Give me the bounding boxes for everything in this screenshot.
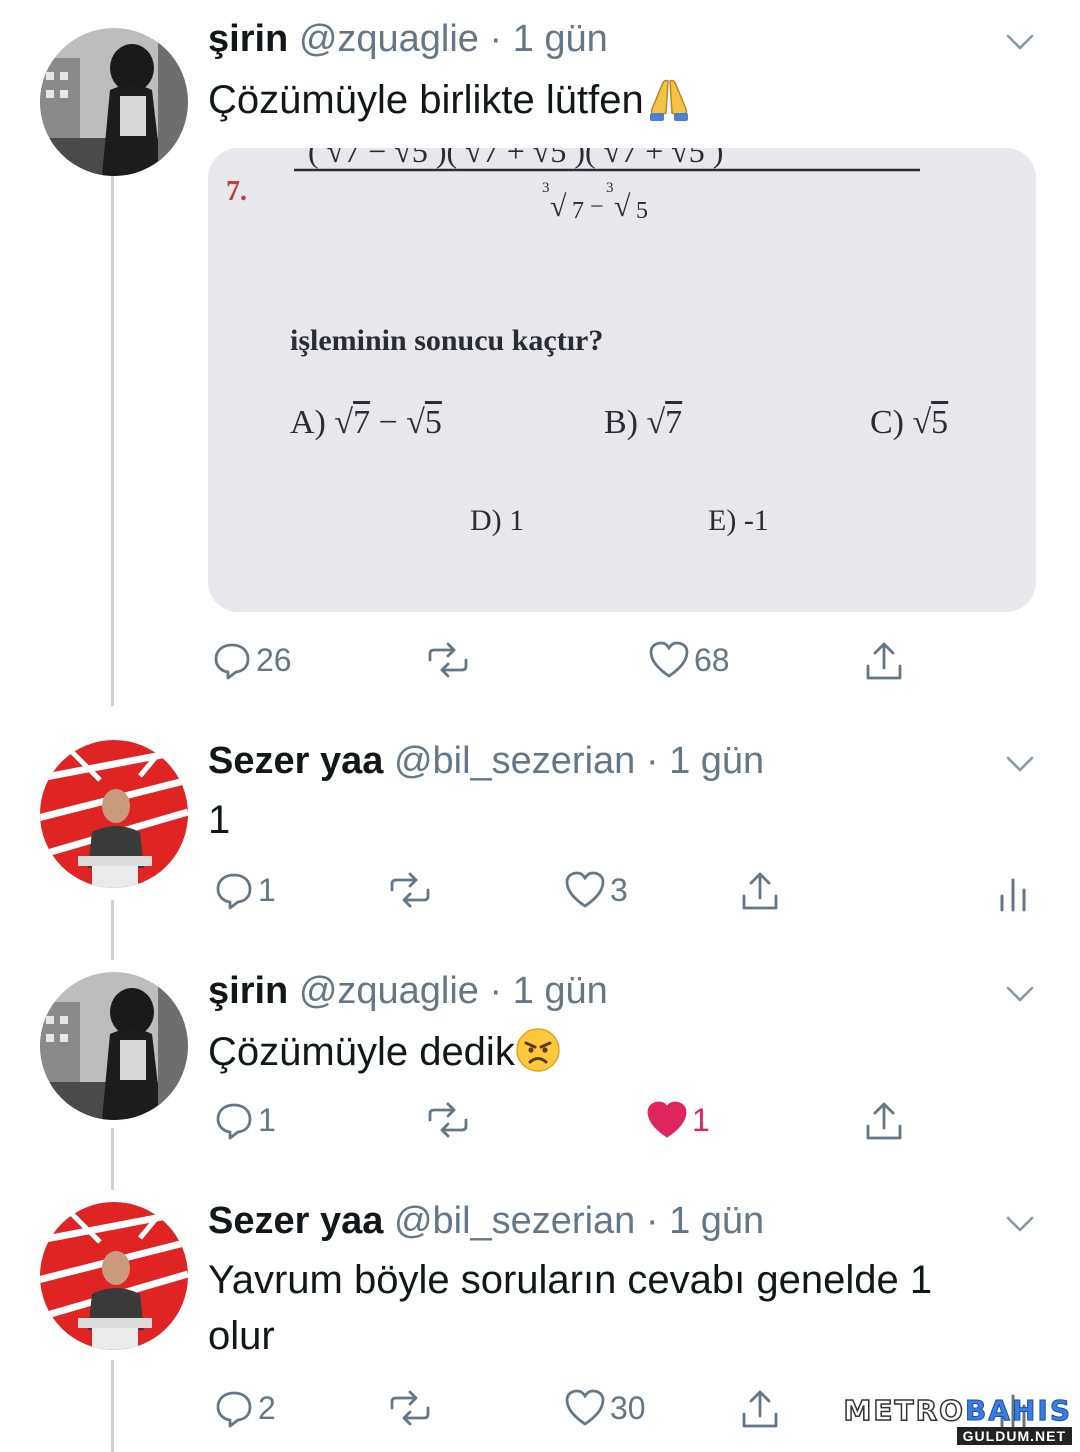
share-icon xyxy=(866,1102,902,1140)
tweet-text: Çözümüyle dedik xyxy=(208,1024,1028,1088)
like-button[interactable]: 1 xyxy=(646,1100,710,1140)
timestamp[interactable]: · 1 gün xyxy=(490,970,608,1012)
handle[interactable]: @zquaglie xyxy=(299,970,479,1012)
timestamp[interactable]: · 1 gün xyxy=(646,740,764,782)
display-name[interactable]: şirin xyxy=(208,970,288,1012)
retweet-button[interactable] xyxy=(386,872,434,908)
reply-count: 26 xyxy=(256,641,292,678)
avatar[interactable] xyxy=(40,972,188,1120)
heart-filled-icon xyxy=(647,1101,687,1138)
reply-icon xyxy=(216,1103,252,1140)
handle[interactable]: @zquaglie xyxy=(299,18,479,60)
svg-text:√: √ xyxy=(550,190,567,223)
like-button[interactable]: 3 xyxy=(564,870,628,910)
like-count: 68 xyxy=(694,641,730,678)
watermark: METROBAHIS GULDUM.NET xyxy=(843,1394,1072,1446)
reply-icon xyxy=(214,643,250,680)
reply-button[interactable]: 1 xyxy=(214,1100,276,1140)
retweet-button[interactable] xyxy=(424,642,472,678)
tweet-header: Sezer yaa @bil_sezerian · 1 gün xyxy=(208,742,764,780)
share-button[interactable] xyxy=(862,1100,906,1144)
angry-face-icon xyxy=(515,1027,561,1088)
svg-text:( √7 − √5 )( √7 + √5 )( √7 + √: ( √7 − √5 )( √7 + √5 )( √7 + √5 ) xyxy=(308,148,723,169)
like-count: 3 xyxy=(610,871,628,908)
option-e: E) -1 xyxy=(708,504,769,537)
timestamp[interactable]: · 1 gün xyxy=(490,18,608,60)
thread-line xyxy=(111,900,114,960)
retweet-button[interactable] xyxy=(386,1390,434,1426)
chevron-down-icon[interactable] xyxy=(1004,978,1036,1010)
avatar[interactable] xyxy=(40,1202,188,1350)
tweet-text: Çözümüyle birlikte lütfen xyxy=(208,72,1028,136)
heart-icon xyxy=(565,1389,605,1426)
retweet-icon xyxy=(390,872,430,908)
analytics-icon xyxy=(1000,878,1026,912)
display-name[interactable]: Sezer yaa xyxy=(208,740,383,782)
radicand: 7 xyxy=(572,198,584,224)
reply-button[interactable]: 1 xyxy=(214,870,276,910)
like-button[interactable]: 68 xyxy=(648,640,730,680)
question-text: işleminin sonucu kaçtır? xyxy=(290,324,604,357)
handle[interactable]: @bil_sezerian xyxy=(394,740,635,782)
option-d: D) 1 xyxy=(470,504,525,537)
folded-hands-icon xyxy=(644,77,694,136)
chevron-down-icon[interactable] xyxy=(1004,748,1036,780)
option-b: B) √7 xyxy=(604,404,683,441)
reply-count: 2 xyxy=(258,1389,276,1426)
root-index: 3 xyxy=(542,180,550,196)
share-icon xyxy=(742,872,778,910)
retweet-icon xyxy=(428,642,468,678)
svg-text:√: √ xyxy=(614,190,631,223)
chevron-down-icon[interactable] xyxy=(1004,26,1036,58)
reply-count: 1 xyxy=(258,1101,276,1138)
watermark-site: GULDUM.NET xyxy=(956,1427,1072,1445)
share-button[interactable] xyxy=(738,870,782,914)
tweet-text: Yavrum böyle soruların cevabı genelde 1 … xyxy=(208,1258,933,1358)
tweet-header: Sezer yaa @bil_sezerian · 1 gün xyxy=(208,1202,764,1240)
tweet-header: şirin @zquaglie · 1 gün xyxy=(208,20,608,58)
share-button[interactable] xyxy=(738,1388,782,1432)
root-index: 3 xyxy=(606,180,614,196)
reply-icon xyxy=(216,1391,252,1428)
display-name[interactable]: şirin xyxy=(208,18,288,60)
like-count: 1 xyxy=(692,1101,710,1138)
reply-button[interactable]: 2 xyxy=(214,1388,276,1428)
share-icon xyxy=(742,1390,778,1428)
heart-icon xyxy=(565,871,605,908)
retweet-icon xyxy=(428,1102,468,1138)
display-name[interactable]: Sezer yaa xyxy=(208,1200,383,1242)
heart-icon xyxy=(649,641,689,678)
avatar[interactable] xyxy=(40,28,188,176)
avatar[interactable] xyxy=(40,740,188,888)
reply-icon xyxy=(216,873,252,910)
option-c: C) √5 xyxy=(870,404,949,441)
retweet-button[interactable] xyxy=(424,1102,472,1138)
chevron-down-icon[interactable] xyxy=(1004,1208,1036,1240)
handle[interactable]: @bil_sezerian xyxy=(394,1200,635,1242)
like-button[interactable]: 30 xyxy=(564,1388,646,1428)
fraction-expression: ( √7 − √5 )( √7 + √5 )( √7 + √5 ) 3 √ 7 … xyxy=(294,148,920,224)
share-icon xyxy=(866,642,902,680)
analytics-button[interactable] xyxy=(996,872,1030,912)
thread-line xyxy=(111,1360,114,1452)
reply-button[interactable]: 26 xyxy=(212,640,292,680)
question-number: 7. xyxy=(226,176,247,207)
like-count: 30 xyxy=(610,1389,646,1426)
timestamp[interactable]: · 1 gün xyxy=(646,1200,764,1242)
retweet-icon xyxy=(390,1390,430,1426)
tweet-text: 1 xyxy=(208,798,231,842)
radicand: 5 xyxy=(636,198,648,224)
tweet-header: şirin @zquaglie · 1 gün xyxy=(208,972,608,1010)
watermark-logo: METROBAHIS xyxy=(843,1394,1072,1427)
option-a: A) √7 − √5 xyxy=(290,404,442,441)
share-button[interactable] xyxy=(862,640,906,684)
tweet-media-image[interactable]: 7. ( √7 − √5 )( √7 + √5 )( √7 + √5 ) 3 √… xyxy=(208,148,1036,612)
svg-text:−: − xyxy=(590,194,604,220)
reply-count: 1 xyxy=(258,871,276,908)
thread-line xyxy=(111,1128,114,1190)
thread-line xyxy=(111,176,114,706)
